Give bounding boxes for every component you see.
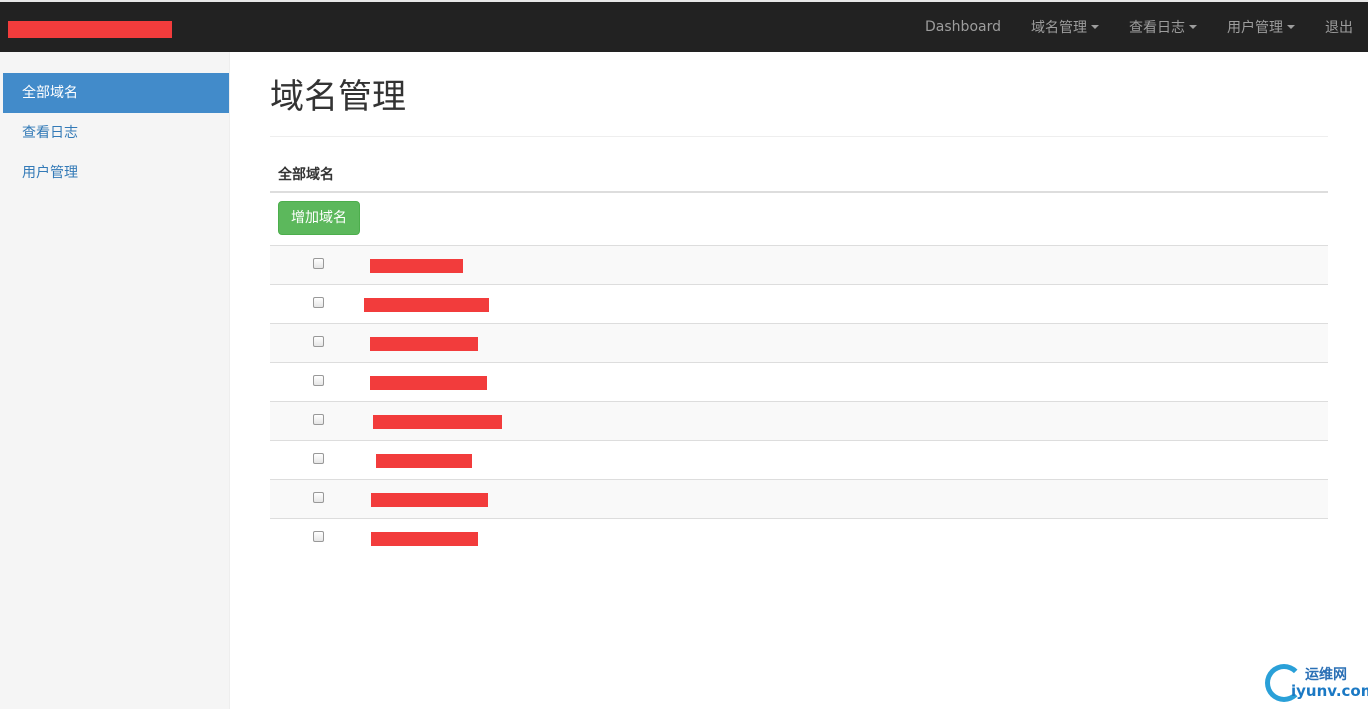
row-checkbox[interactable] xyxy=(313,492,324,503)
watermark-cn: 运维网 xyxy=(1305,667,1347,683)
domain-redacted[interactable] xyxy=(376,454,472,468)
page-title: 域名管理 xyxy=(270,69,1328,137)
table-row xyxy=(270,518,1328,557)
table-row xyxy=(270,362,1328,401)
domain-redacted[interactable] xyxy=(370,376,487,390)
row-checkbox[interactable] xyxy=(313,297,324,308)
nav-domain-management[interactable]: 域名管理 xyxy=(1016,2,1114,52)
table-row xyxy=(270,284,1328,323)
top-navbar: Dashboard 域名管理 查看日志 用户管理 退出 xyxy=(0,0,1368,52)
domain-table xyxy=(270,245,1328,557)
domain-redacted[interactable] xyxy=(364,298,489,312)
navbar-menu: Dashboard 域名管理 查看日志 用户管理 退出 xyxy=(910,2,1368,52)
brand-redacted[interactable] xyxy=(8,21,172,38)
add-domain-button[interactable]: 增加域名 xyxy=(278,201,360,235)
watermark-en: iyunv.com xyxy=(1291,682,1368,700)
nav-view-logs[interactable]: 查看日志 xyxy=(1114,2,1212,52)
domain-redacted[interactable] xyxy=(371,532,478,546)
row-checkbox[interactable] xyxy=(313,258,324,269)
row-checkbox[interactable] xyxy=(313,336,324,347)
row-checkbox[interactable] xyxy=(313,414,324,425)
nav-dashboard[interactable]: Dashboard xyxy=(910,2,1016,52)
table-row xyxy=(270,401,1328,440)
sidebar-item-user-management[interactable]: 用户管理 xyxy=(0,153,229,193)
table-row xyxy=(270,323,1328,362)
domain-redacted[interactable] xyxy=(370,337,478,351)
row-checkbox[interactable] xyxy=(313,453,324,464)
section-title: 全部域名 xyxy=(270,166,1328,193)
sidebar-item-view-logs[interactable]: 查看日志 xyxy=(0,113,229,153)
domain-redacted[interactable] xyxy=(373,415,502,429)
nav-logout[interactable]: 退出 xyxy=(1310,2,1368,52)
row-checkbox[interactable] xyxy=(313,531,324,542)
caret-down-icon xyxy=(1091,25,1099,29)
main-content: 域名管理 全部域名 增加域名 xyxy=(270,52,1328,557)
sidebar: 全部域名 查看日志 用户管理 xyxy=(0,52,230,709)
table-row xyxy=(270,245,1328,284)
domain-redacted[interactable] xyxy=(371,493,488,507)
caret-down-icon xyxy=(1287,25,1295,29)
table-row xyxy=(270,440,1328,479)
sidebar-item-all-domains[interactable]: 全部域名 xyxy=(3,73,229,113)
domain-redacted[interactable] xyxy=(370,259,463,273)
watermark-logo: 运维网 iyunv.com xyxy=(1265,662,1368,706)
table-row xyxy=(270,479,1328,518)
caret-down-icon xyxy=(1189,25,1197,29)
nav-user-management[interactable]: 用户管理 xyxy=(1212,2,1310,52)
row-checkbox[interactable] xyxy=(313,375,324,386)
